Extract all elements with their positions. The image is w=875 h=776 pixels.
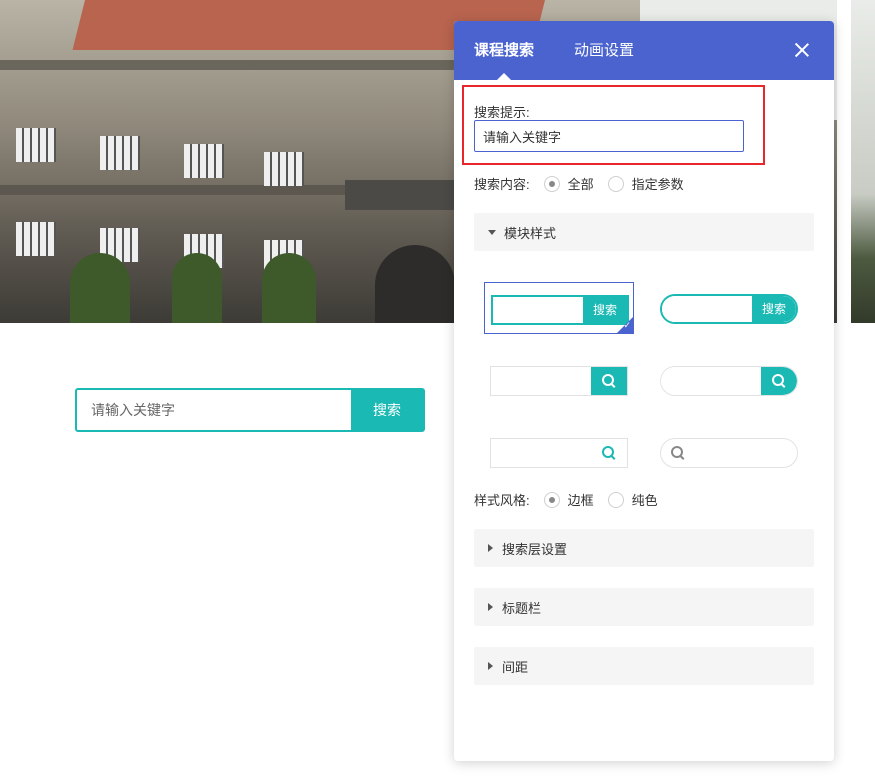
search-icon (602, 374, 616, 388)
section-title-bar[interactable]: 标题栏 (474, 588, 814, 626)
style-preview-2-button: 搜索 (752, 296, 796, 322)
style-preview-2: 搜索 (660, 294, 798, 324)
style-preview-3 (490, 366, 628, 396)
tab-animation-settings[interactable]: 动画设置 (574, 41, 634, 61)
caret-right-icon (488, 662, 493, 670)
search-icon (602, 446, 616, 460)
search-content-row: 搜索内容: 全部 指定参数 (474, 174, 684, 193)
style-mode-label: 样式风格: (474, 493, 530, 508)
radio-all-dot[interactable] (543, 175, 560, 192)
section-spacing[interactable]: 间距 (474, 647, 814, 685)
radio-solid[interactable]: 纯色 (607, 490, 658, 509)
style-option-6[interactable] (654, 426, 804, 478)
caret-right-icon (488, 603, 493, 611)
radio-border-dot[interactable] (543, 491, 560, 508)
search-hint-input[interactable] (474, 120, 744, 152)
caret-down-icon (488, 229, 496, 235)
style-preview-5 (490, 438, 628, 468)
style-option-4[interactable] (654, 354, 804, 406)
radio-solid-label: 纯色 (631, 493, 658, 508)
style-option-1[interactable]: 搜索 ✓ (484, 282, 634, 334)
style-mode-row: 样式风格: 边框 纯色 (474, 490, 658, 509)
tab-course-search[interactable]: 课程搜索 (474, 41, 534, 61)
style-option-2[interactable]: 搜索 (654, 282, 804, 334)
search-icon (772, 374, 786, 388)
style-preview-4 (660, 366, 798, 396)
preview-search-button[interactable]: 搜索 (351, 390, 423, 430)
preview-search-box[interactable]: 请输入关键字 搜索 (75, 388, 425, 432)
section-module-style[interactable]: 模块样式 (474, 213, 814, 251)
banner-image-right-edge (851, 0, 875, 323)
radio-border-label: 边框 (567, 493, 594, 508)
caret-right-icon (488, 544, 493, 552)
style-preview-1: 搜索 (491, 295, 629, 325)
radio-all[interactable]: 全部 (543, 174, 594, 193)
section-search-layer-label: 搜索层设置 (502, 541, 568, 557)
radio-border[interactable]: 边框 (543, 490, 594, 509)
style-option-5[interactable] (484, 426, 634, 478)
section-spacing-label: 间距 (502, 659, 529, 675)
radio-specified-params-label: 指定参数 (631, 177, 684, 192)
radio-specified-params-dot[interactable] (607, 175, 624, 192)
active-tab-indicator (497, 73, 511, 80)
settings-panel: 课程搜索 动画设置 搜索提示: 搜索内容: 全部 指定参数 模块样式 搜索 ✓ (454, 21, 834, 761)
preview-search-input[interactable]: 请输入关键字 (77, 390, 351, 430)
panel-header: 课程搜索 动画设置 (454, 21, 834, 80)
search-hint-label: 搜索提示: (474, 105, 530, 120)
style-option-3[interactable] (484, 354, 634, 406)
search-icon (671, 446, 685, 460)
search-content-label: 搜索内容: (474, 177, 530, 192)
section-title-bar-label: 标题栏 (502, 600, 542, 616)
radio-all-label: 全部 (567, 177, 594, 192)
style-preview-6 (660, 438, 798, 468)
radio-specified-params[interactable]: 指定参数 (607, 174, 684, 193)
close-icon[interactable] (794, 42, 810, 58)
section-search-layer[interactable]: 搜索层设置 (474, 529, 814, 567)
radio-solid-dot[interactable] (607, 491, 624, 508)
section-module-style-label: 模块样式 (504, 225, 557, 241)
